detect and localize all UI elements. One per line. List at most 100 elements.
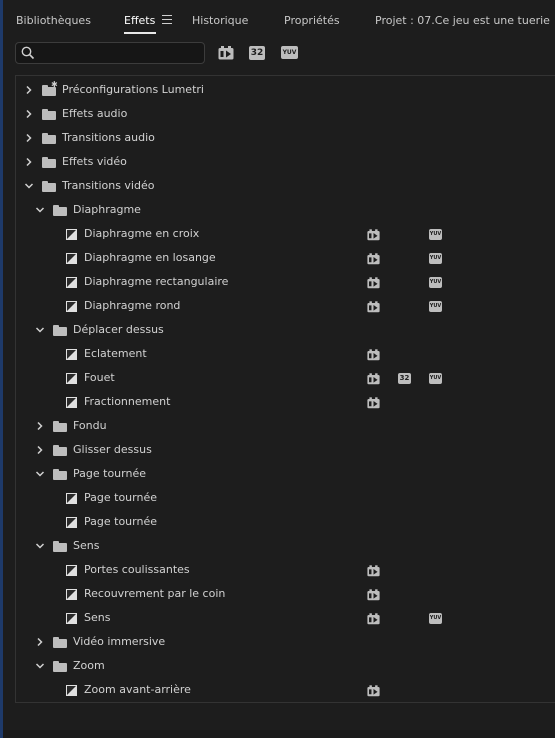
folder-label: Transitions audio <box>62 131 155 144</box>
folder-label: Déplacer dessus <box>73 323 164 336</box>
folder-row[interactable]: Effets vidéo <box>16 151 555 175</box>
accelerated-badge-icon <box>367 613 380 625</box>
effects-tree: ✱ Préconfigurations Lumetri Effets audio Tr… <box>15 75 555 703</box>
chevron-right-icon[interactable] <box>24 157 34 167</box>
accelerated-effects-filter-icon[interactable] <box>218 46 234 60</box>
transition-effect-icon <box>66 253 77 264</box>
search-field[interactable] <box>15 42 205 64</box>
effect-row[interactable]: Diaphragme en losange YUV <box>16 247 555 271</box>
chevron-down-icon[interactable] <box>35 661 45 671</box>
folder-label: Diaphragme <box>73 203 141 216</box>
accelerated-badge-icon <box>367 349 380 361</box>
transition-effect-icon <box>66 229 77 240</box>
folder-row[interactable]: Transitions vidéo <box>16 175 555 199</box>
accelerated-badge-icon <box>367 301 380 313</box>
32bit-badge-icon: 32 <box>398 373 411 384</box>
accelerated-badge-icon <box>367 373 380 385</box>
folder-row[interactable]: Zoom <box>16 655 555 679</box>
panel-tab-bar: Bibliothèques Effets Historique Propriét… <box>3 0 555 40</box>
folder-row[interactable]: Déplacer dessus <box>16 319 555 343</box>
folder-label: Glisser dessus <box>73 443 152 456</box>
panel-menu-icon[interactable] <box>162 15 172 24</box>
folder-icon <box>42 181 56 192</box>
effect-label: Sens <box>84 611 111 624</box>
folder-icon <box>42 133 56 144</box>
folder-row[interactable]: Fondu <box>16 415 555 439</box>
effect-label: Diaphragme en croix <box>84 227 200 240</box>
accelerated-badge-icon <box>367 253 380 265</box>
folder-row[interactable]: ✱ Préconfigurations Lumetri <box>16 79 555 103</box>
accelerated-badge-icon <box>367 229 380 241</box>
effect-label: Page tournée <box>84 515 157 528</box>
folder-row[interactable]: Sens <box>16 535 555 559</box>
transition-effect-icon <box>66 397 77 408</box>
transition-effect-icon <box>66 613 77 624</box>
32bit-filter-icon[interactable]: 32 <box>249 46 265 60</box>
effect-label: Portes coulissantes <box>84 563 190 576</box>
transition-effect-icon <box>66 589 77 600</box>
effect-row[interactable]: Page tournée <box>16 511 555 535</box>
folder-row[interactable]: Transitions audio <box>16 127 555 151</box>
tab-properties[interactable]: Propriétés <box>284 14 340 27</box>
effect-row[interactable]: Page tournée <box>16 487 555 511</box>
folder-icon <box>53 637 67 648</box>
folder-icon <box>42 157 56 168</box>
yuv-filter-icon[interactable]: YUV <box>281 46 298 59</box>
transition-effect-icon <box>66 517 77 528</box>
tab-libraries[interactable]: Bibliothèques <box>16 14 91 27</box>
folder-label: Préconfigurations Lumetri <box>62 83 204 96</box>
window-edge <box>0 0 3 738</box>
chevron-down-icon[interactable] <box>35 541 45 551</box>
effect-row[interactable]: Fractionnement <box>16 391 555 415</box>
chevron-down-icon[interactable] <box>35 205 45 215</box>
folder-label: Sens <box>73 539 100 552</box>
folder-row[interactable]: Vidéo immersive <box>16 631 555 655</box>
effect-label: Diaphragme en losange <box>84 251 216 264</box>
panel-bottom <box>3 730 555 738</box>
tab-project[interactable]: Projet : 07.Ce jeu est une tuerie <box>375 14 550 27</box>
chevron-right-icon[interactable] <box>35 637 45 647</box>
effect-label: Fouet <box>84 371 115 384</box>
effect-label: Recouvrement par le coin <box>84 587 226 600</box>
effect-row[interactable]: Zoom avant-arrière <box>16 679 555 703</box>
accelerated-badge-icon <box>367 277 380 289</box>
effect-row[interactable]: Diaphragme rectangulaire YUV <box>16 271 555 295</box>
chevron-right-icon[interactable] <box>24 85 34 95</box>
folder-icon <box>53 205 67 216</box>
chevron-right-icon[interactable] <box>24 109 34 119</box>
chevron-right-icon[interactable] <box>24 133 34 143</box>
chevron-down-icon[interactable] <box>24 181 34 191</box>
folder-row[interactable]: Effets audio <box>16 103 555 127</box>
tab-effects[interactable]: Effets <box>124 14 155 27</box>
effect-label: Eclatement <box>84 347 147 360</box>
folder-icon <box>53 541 67 552</box>
effect-row[interactable]: Fouet 32 YUV <box>16 367 555 391</box>
transition-effect-icon <box>66 301 77 312</box>
effect-row[interactable]: Portes coulissantes <box>16 559 555 583</box>
folder-row[interactable]: Page tournée <box>16 463 555 487</box>
transition-effect-icon <box>66 373 77 384</box>
folder-label: Fondu <box>73 419 107 432</box>
effect-row[interactable]: Eclatement <box>16 343 555 367</box>
folder-label: Zoom <box>73 659 105 672</box>
transition-effect-icon <box>66 277 77 288</box>
accelerated-badge-icon <box>367 565 380 577</box>
transition-effect-icon <box>66 565 77 576</box>
folder-row[interactable]: Diaphragme <box>16 199 555 223</box>
effect-row[interactable]: Recouvrement par le coin <box>16 583 555 607</box>
folder-icon <box>53 445 67 456</box>
yuv-badge-icon: YUV <box>429 613 442 624</box>
effect-row[interactable]: Diaphragme rond YUV <box>16 295 555 319</box>
folder-label: Effets vidéo <box>62 155 127 168</box>
chevron-down-icon[interactable] <box>35 469 45 479</box>
effect-row[interactable]: Diaphragme en croix YUV <box>16 223 555 247</box>
folder-label: Effets audio <box>62 107 128 120</box>
effect-label: Diaphragme rond <box>84 299 181 312</box>
folder-icon <box>53 469 67 480</box>
tab-history[interactable]: Historique <box>192 14 248 27</box>
chevron-right-icon[interactable] <box>35 445 45 455</box>
chevron-down-icon[interactable] <box>35 325 45 335</box>
folder-row[interactable]: Glisser dessus <box>16 439 555 463</box>
effect-row[interactable]: Sens YUV <box>16 607 555 631</box>
chevron-right-icon[interactable] <box>35 421 45 431</box>
